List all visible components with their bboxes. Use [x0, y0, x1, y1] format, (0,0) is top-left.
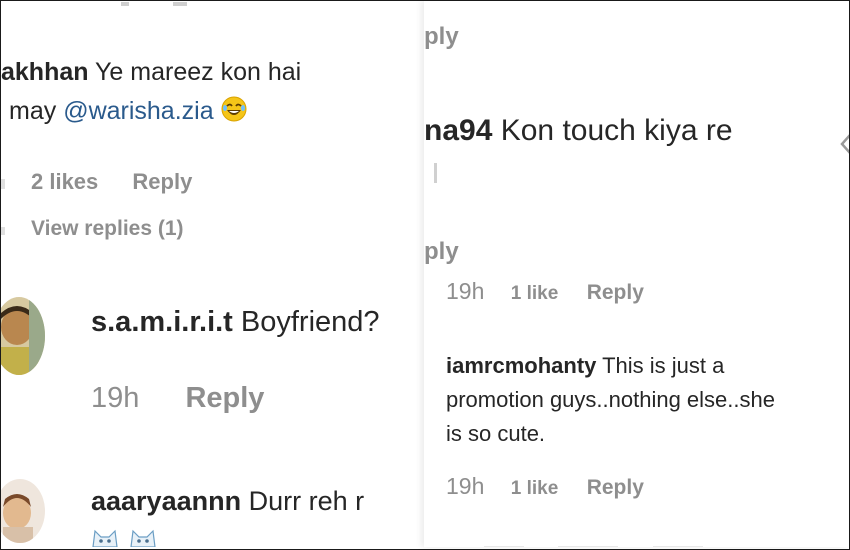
comment-iamrcmohanty-meta: 19h 1 like Reply	[446, 473, 644, 500]
reply-button-cropped-2[interactable]: ply	[424, 238, 459, 266]
comment-username[interactable]: s.a.m.i.r.i.t	[91, 306, 233, 338]
reply-button[interactable]: Reply	[587, 476, 644, 499]
avatar-samirit[interactable]	[1, 297, 45, 375]
reply-button[interactable]: Reply	[185, 382, 264, 414]
thread-line-2	[1, 227, 5, 235]
comment-akhhan: akhhan Ye mareez kon hai	[1, 58, 301, 87]
comment-aaaryaannn: aaaryaannn Durr reh r	[91, 486, 364, 517]
comment-time: 19h	[446, 473, 485, 499]
comment-samirit-meta: 19h Reply	[91, 382, 264, 415]
reply-button[interactable]: Reply	[587, 281, 644, 304]
reply-button[interactable]: Reply	[132, 169, 192, 194]
right-comments-panel: ply na94 Kon touch kiya re ply 19h 1 lik…	[424, 1, 849, 547]
likes-count[interactable]: 1 like	[511, 283, 559, 304]
comment-text: Kon touch kiya re	[500, 114, 733, 147]
comment-samirit: s.a.m.i.r.i.t Boyfriend?	[91, 306, 380, 339]
cropped-top-text	[121, 1, 211, 6]
comment-akhhan-meta: 2 likes Reply	[31, 169, 192, 195]
cat-emoji-icon	[91, 527, 161, 547]
reply-button-cropped[interactable]: ply	[424, 23, 459, 51]
laughing-emoji-icon	[221, 96, 247, 129]
likes-count[interactable]: 2 likes	[31, 169, 98, 194]
cropped-bottom-text	[484, 538, 744, 547]
comment-text-line2: may	[9, 97, 57, 126]
comment-akhhan-line2: may @warisha.zia	[9, 96, 247, 129]
chevron-icon[interactable]	[836, 131, 849, 157]
avatar-aaaryaannn[interactable]	[1, 479, 45, 543]
comment-text: This is just a	[602, 353, 725, 378]
comment-meta: 19h 1 like Reply	[446, 278, 644, 305]
thread-line	[434, 163, 437, 183]
thread-line	[1, 179, 5, 189]
comment-time: 19h	[91, 382, 140, 414]
comment-text-line3: is so cute.	[446, 421, 546, 446]
mention-link[interactable]: @warisha.zia	[63, 97, 213, 125]
view-replies-link[interactable]: View replies (1)	[31, 217, 184, 241]
comment-time: 19h	[446, 278, 485, 304]
comment-na94: na94 Kon touch kiya re	[424, 114, 733, 148]
comment-text: Durr reh r	[248, 486, 365, 516]
comment-text-line2: promotion guys..nothing else..she	[446, 387, 775, 412]
comment-username[interactable]: na94	[424, 114, 492, 147]
comment-username[interactable]: iamrcmohanty	[446, 353, 596, 378]
left-comments-panel: akhhan Ye mareez kon hai may @warisha.zi…	[1, 1, 429, 547]
comment-iamrcmohanty: iamrcmohanty This is just a	[446, 353, 724, 379]
comment-username[interactable]: aaaryaannn	[91, 486, 241, 516]
comment-text: Ye mareez kon hai	[95, 58, 302, 86]
comment-username[interactable]: akhhan	[1, 58, 89, 86]
likes-count[interactable]: 1 like	[511, 478, 559, 499]
comment-text: Boyfriend?	[240, 306, 380, 338]
